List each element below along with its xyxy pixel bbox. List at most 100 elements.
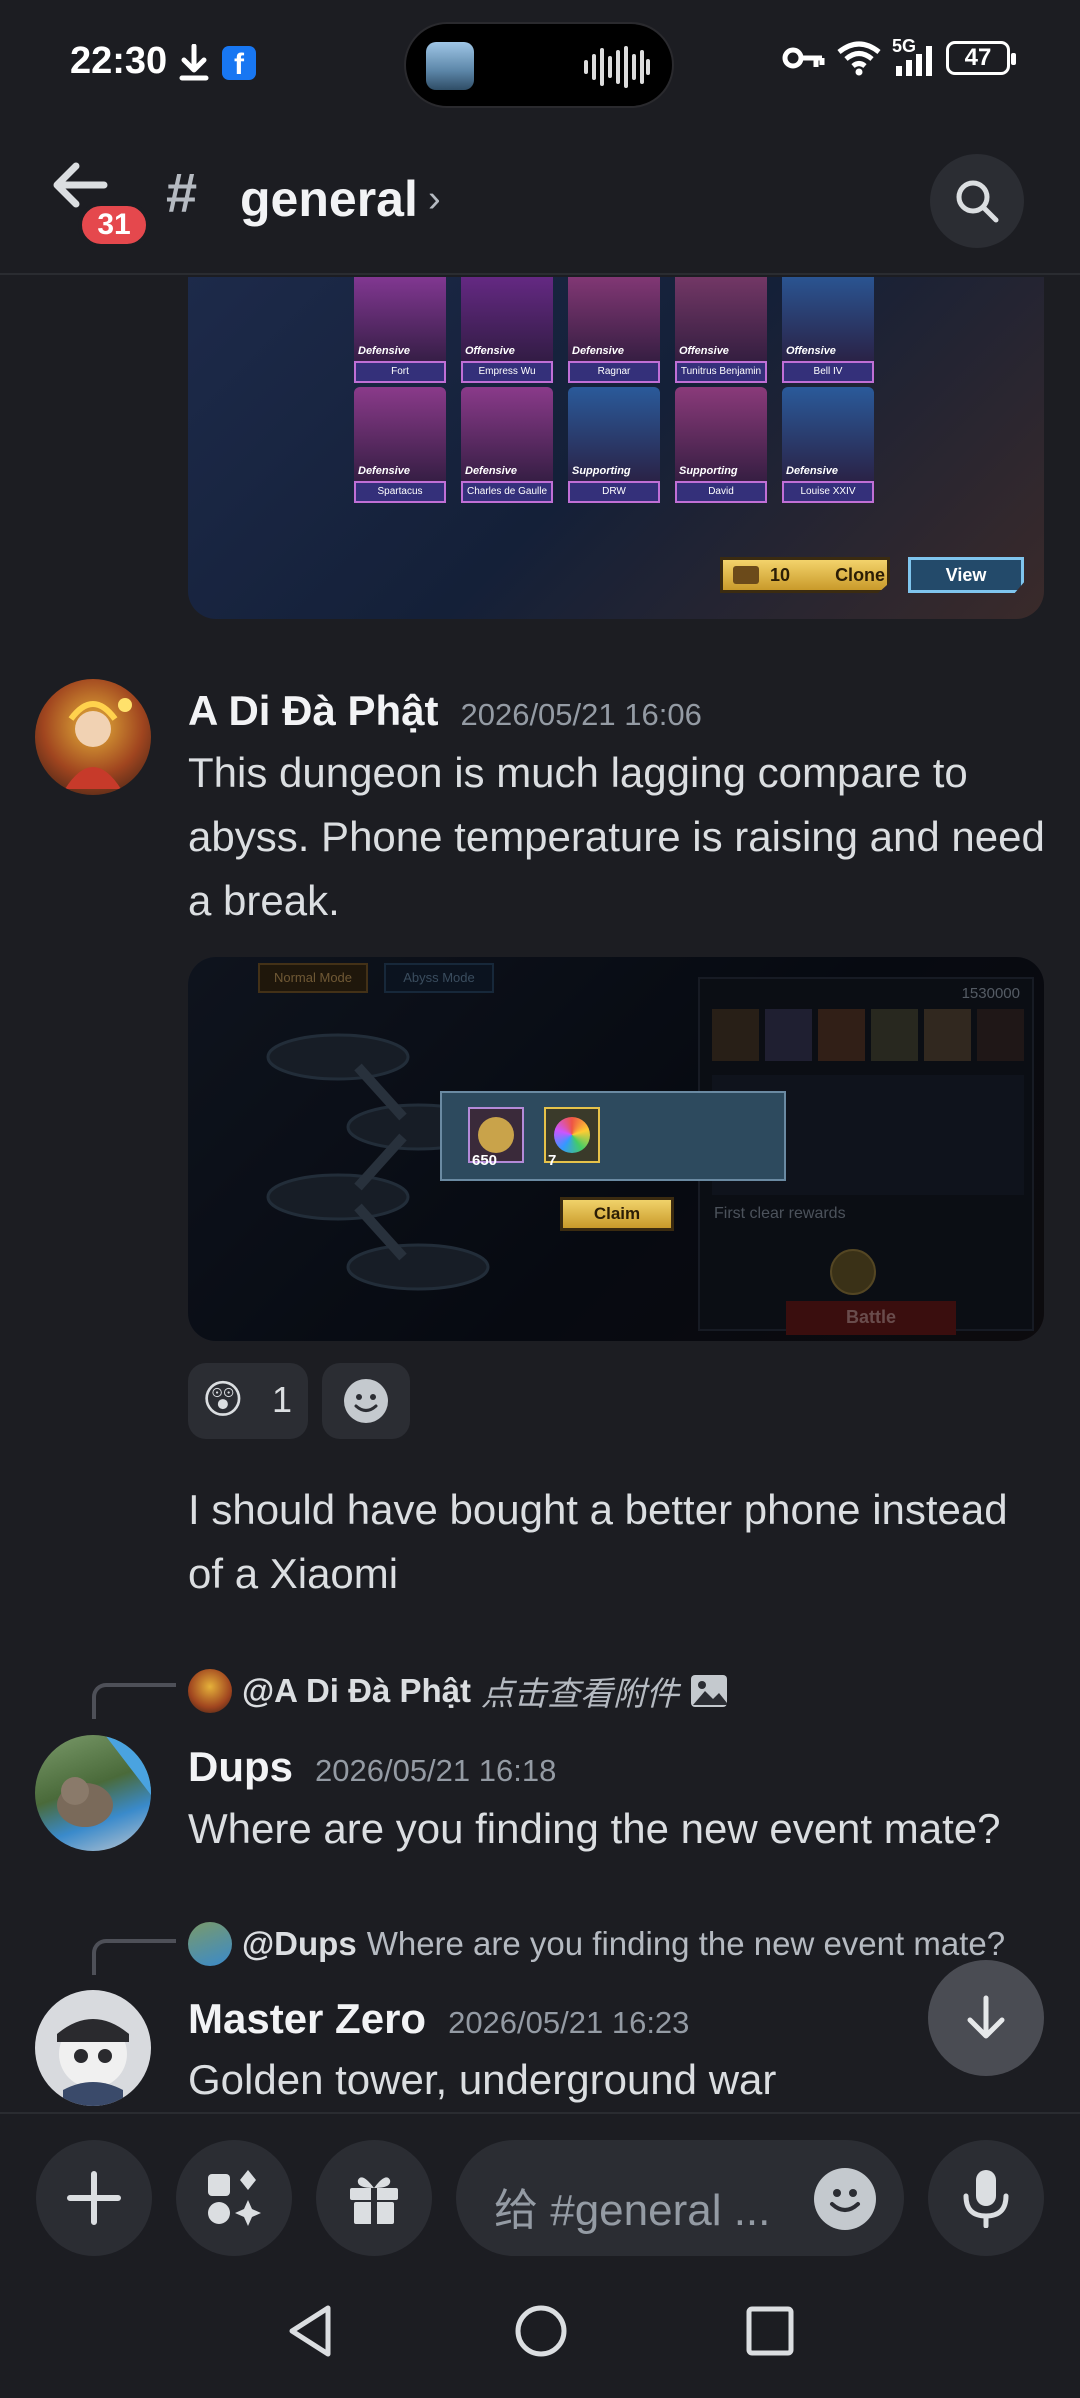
hero-type: Defensive	[572, 345, 624, 357]
search-icon	[956, 180, 999, 223]
reply-reference[interactable]: @A Di Đà Phật 点击查看附件	[188, 1667, 729, 1715]
status-time: 22:30	[70, 40, 168, 82]
hero-portrait	[675, 387, 767, 495]
gem-reward-icon: 7	[544, 1107, 600, 1169]
battery-indicator: 47	[946, 41, 1016, 75]
clone-label: Clone	[835, 565, 886, 585]
message-text: Golden tower, underground war	[188, 2056, 777, 2103]
message-text: I should have bought a better phone inst…	[188, 1486, 1008, 1597]
facebook-icon: f	[222, 46, 256, 81]
channel-name[interactable]: general	[240, 170, 418, 228]
avatar-art	[57, 1735, 151, 1827]
apps-icon	[208, 2170, 261, 2226]
wifi-icon	[837, 41, 881, 76]
hero-portrait	[568, 387, 660, 495]
author-name[interactable]: Master Zero	[188, 1995, 426, 2042]
reply-author: @A Di Đà Phật	[242, 1672, 471, 1709]
channel-header: 31 # general ›	[0, 130, 1080, 275]
hero-name: Tunitrus Benjamin	[675, 361, 767, 383]
hero-portrait	[461, 387, 553, 495]
hashtag-icon: #	[166, 161, 198, 224]
message-author[interactable]: Master Zero 2026/05/21 16:23	[188, 1995, 689, 2043]
hero-type: Defensive	[786, 465, 838, 477]
reply-snippet: Where are you finding the new event mate…	[366, 1925, 1006, 1962]
reply-author: @Dups	[242, 1925, 357, 1962]
hero-type: Defensive	[465, 465, 517, 477]
unread-badge: 31	[78, 202, 150, 248]
message-timestamp: 2026/05/21 16:23	[448, 2005, 690, 2040]
attachment-image-heroes[interactable]: Defensive Fort Offensive Empress Wu Defensiv…	[188, 277, 1044, 619]
media-thumbnail	[426, 42, 474, 90]
jump-to-latest-button[interactable]	[928, 1960, 1044, 2076]
hero-portrait	[782, 387, 874, 495]
message-author[interactable]: A Di Đà Phật 2026/05/21 16:06	[188, 687, 702, 735]
message-timestamp: 2026/05/21 16:06	[460, 697, 702, 732]
message-text: This dungeon is much lagging compare to …	[188, 749, 1045, 924]
message-timestamp: 2026/05/21 16:18	[315, 1753, 557, 1788]
hero-type: Offensive	[679, 345, 729, 357]
avatar[interactable]	[35, 679, 151, 795]
chevron-right-icon[interactable]: ›	[428, 178, 441, 221]
view-button-graphic: View	[908, 557, 1024, 593]
message-list[interactable]: Defensive Fort Offensive Empress Wu Defensiv…	[0, 277, 1080, 2110]
home-nav-icon[interactable]	[514, 2304, 568, 2358]
plus-icon	[67, 2171, 121, 2225]
hero-type: Offensive	[786, 345, 836, 357]
apps-button[interactable]	[176, 2140, 292, 2256]
message-author[interactable]: Dups 2026/05/21 16:18	[188, 1743, 556, 1791]
back-nav-icon[interactable]	[286, 2304, 336, 2358]
arrow-down-icon	[967, 1995, 1005, 2039]
image-attachment-icon	[691, 1675, 727, 1707]
message-input[interactable]: 给 #general ...	[456, 2140, 904, 2256]
hero-type: Supporting	[679, 465, 738, 477]
add-attachment-button[interactable]	[36, 2140, 152, 2256]
recents-nav-icon[interactable]	[746, 2304, 794, 2358]
audio-wave-icon	[584, 46, 650, 88]
author-name[interactable]: Dups	[188, 1743, 293, 1790]
reply-connector	[92, 1939, 176, 1975]
dynamic-island[interactable]	[404, 22, 674, 108]
message-text: Where are you finding the new event mate…	[188, 1805, 1001, 1852]
hero-type: Offensive	[465, 345, 515, 357]
ticket-icon	[733, 566, 759, 584]
cellular-signal-icon: 5G	[892, 36, 936, 76]
reward-popup: 650 7	[440, 1091, 786, 1181]
smiley-icon	[344, 1379, 388, 1423]
hero-portrait	[354, 387, 446, 495]
reaction-chip[interactable]: 😲 1	[188, 1363, 308, 1439]
gift-button[interactable]	[316, 2140, 432, 2256]
message-composer: 给 #general ...	[0, 2112, 1080, 2262]
claim-button-graphic: Claim	[560, 1197, 674, 1231]
clone-count: 10	[770, 565, 791, 585]
status-icons: 5G 47	[782, 36, 1016, 76]
voice-message-button[interactable]	[928, 2140, 1044, 2256]
message-input-placeholder: 给 #general ...	[494, 2186, 771, 2235]
download-icon	[179, 44, 209, 81]
reply-reference[interactable]: @Dups Where are you finding the new even…	[188, 1922, 1005, 1966]
add-reaction-button[interactable]	[322, 1363, 410, 1439]
search-button[interactable]	[930, 154, 1024, 248]
reward-amount-2: 7	[548, 1152, 557, 1169]
emoji-button[interactable]	[814, 2168, 876, 2230]
avatar[interactable]	[35, 1735, 151, 1851]
reply-connector	[92, 1683, 176, 1719]
attachment-image-dungeon[interactable]: Normal Mode Abyss Mode 1530000 First cle…	[188, 957, 1044, 1341]
avatar-art	[65, 698, 132, 789]
status-bar: 22:30 f 5G 47	[0, 0, 1080, 130]
reaction-count: 1	[272, 1379, 293, 1420]
clone-button-graphic: 10 Clone	[720, 557, 890, 593]
hero-name: Bell IV	[782, 361, 874, 383]
hero-name: Spartacus	[354, 481, 446, 503]
avatar[interactable]	[35, 1990, 151, 2106]
reply-snippet: 点击查看附件	[481, 1675, 679, 1712]
microphone-icon	[963, 2170, 1009, 2228]
hero-name: Louise XXIV	[782, 481, 874, 503]
author-name[interactable]: A Di Đà Phật	[188, 687, 438, 734]
hero-type: Supporting	[572, 465, 631, 477]
avatar-art	[57, 2019, 129, 2106]
hero-name: Fort	[354, 361, 446, 383]
reaction-emoji: 😲	[202, 1378, 244, 1422]
system-nav-bar	[0, 2262, 1080, 2398]
hero-name: Empress Wu	[461, 361, 553, 383]
hero-name: Charles de Gaulle	[461, 481, 553, 503]
